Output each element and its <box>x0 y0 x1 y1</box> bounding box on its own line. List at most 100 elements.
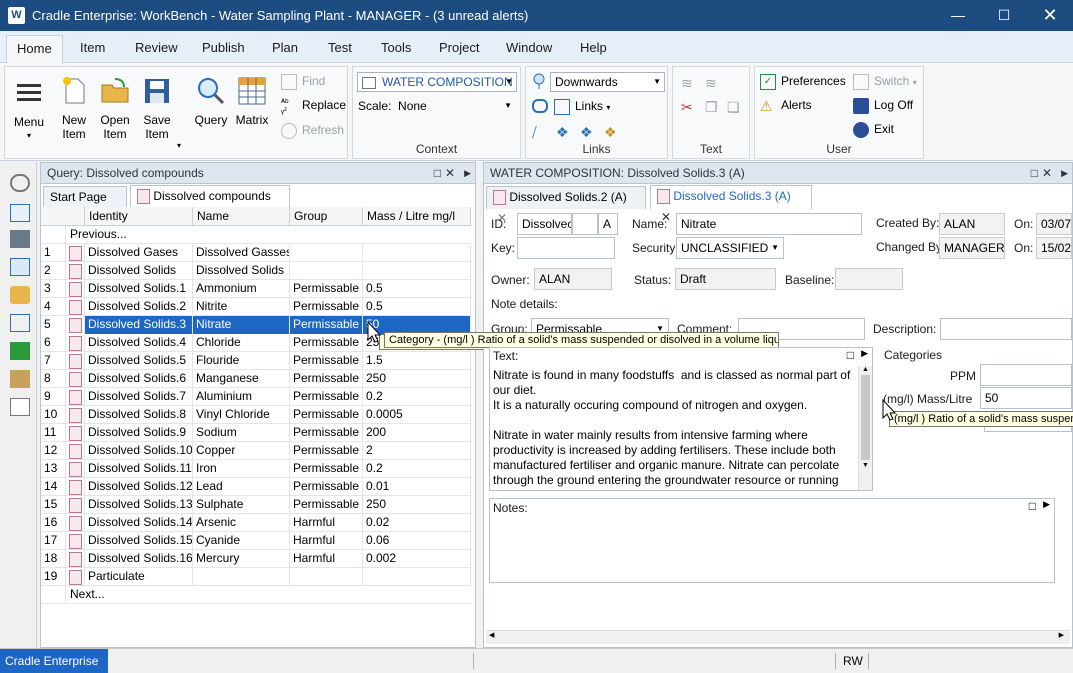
cell-mass[interactable]: 250 <box>363 370 471 388</box>
cell-mass[interactable]: 250 <box>363 496 471 514</box>
cell-id[interactable]: Dissolved Solids.13 <box>85 496 193 514</box>
cell-group[interactable]: Permissable <box>290 478 363 496</box>
expand-icon[interactable]: □ <box>1029 499 1036 513</box>
cell-name[interactable]: Chloride <box>193 334 290 352</box>
text-format-icon[interactable]: ≋ <box>705 75 717 92</box>
cell-name[interactable]: Cyanide <box>193 532 290 550</box>
cell-name[interactable]: Vinyl Chloride <box>193 406 290 424</box>
ppm-field[interactable] <box>980 364 1072 386</box>
table-row[interactable]: 7 Dissolved Solids.5 Flouride Permissable 1.… <box>41 352 471 370</box>
table-row[interactable]: 1 Dissolved Gases Dissolved Gasses <box>41 244 471 262</box>
cell-group[interactable]: Permissable <box>290 496 363 514</box>
cell-id[interactable]: Dissolved Solids.11 <box>85 460 193 478</box>
cell-name[interactable]: Mercury <box>193 550 290 568</box>
table-row[interactable]: 11 Dissolved Solids.9 Sodium Permissable 200 <box>41 424 471 442</box>
tab-dissolved-compounds[interactable]: Dissolved compounds ✕ <box>130 185 290 224</box>
cell-group[interactable] <box>290 262 363 280</box>
table-view-icon[interactable] <box>10 204 30 222</box>
col-name[interactable]: Name <box>193 207 290 226</box>
cell-group[interactable]: Harmful <box>290 550 363 568</box>
table-row[interactable]: 18 Dissolved Solids.16 Mercury Harmful 0.002 <box>41 550 471 568</box>
cell-id[interactable]: Dissolved Solids.3 <box>85 316 193 334</box>
tab-dissolved-solids-2[interactable]: Dissolved Solids.2 (A) ✕ <box>486 186 646 225</box>
cell-id[interactable]: Dissolved Solids.2 <box>85 298 193 316</box>
cell-mass[interactable] <box>363 244 471 262</box>
unlink-icon[interactable]: ⧸ <box>532 124 548 140</box>
cell-mass[interactable]: 0.01 <box>363 478 471 496</box>
cell-id[interactable]: Dissolved Solids.12 <box>85 478 193 496</box>
cell-group[interactable]: Permissable <box>290 334 363 352</box>
security-combo[interactable]: UNCLASSIFIED ▼ <box>676 237 784 259</box>
new-item-button[interactable]: New Item <box>55 75 93 141</box>
cell-group[interactable]: Permissable <box>290 442 363 460</box>
query-button[interactable]: Query <box>191 75 231 127</box>
table-row[interactable]: 8 Dissolved Solids.6 Manganese Permissable 2… <box>41 370 471 388</box>
horizontal-scrollbar[interactable]: ◀ ▶ <box>486 630 1070 644</box>
table-row[interactable]: 13 Dissolved Solids.11 Iron Permissable 0.2 <box>41 460 471 478</box>
mass-field[interactable]: 50 <box>980 387 1072 409</box>
table-row[interactable]: 10 Dissolved Solids.8 Vinyl Chloride Permis… <box>41 406 471 424</box>
direction-combo[interactable]: Downwards ▼ <box>550 72 665 92</box>
table-row[interactable]: 16 Dissolved Solids.14 Arsenic Harmful 0.02 <box>41 514 471 532</box>
maximize-icon[interactable]: ☐ <box>981 0 1027 31</box>
minimize-icon[interactable]: — <box>935 0 981 31</box>
tab-window[interactable]: Window <box>506 40 552 55</box>
refresh-button[interactable]: Refresh <box>281 120 344 140</box>
text-editor[interactable]: Text: □ ▶ Nitrate is found in many foods… <box>489 347 873 491</box>
cell-group[interactable]: Harmful <box>290 514 363 532</box>
tab-review[interactable]: Review <box>135 40 178 55</box>
cell-mass[interactable] <box>363 568 471 586</box>
logoff-button[interactable]: Log Off <box>853 95 913 115</box>
tab-publish[interactable]: Publish <box>202 40 245 55</box>
cell-group[interactable] <box>290 244 363 262</box>
cell-group[interactable]: Permissable <box>290 352 363 370</box>
key-field[interactable] <box>517 237 615 259</box>
text-style-icon[interactable]: ≋ <box>681 75 693 92</box>
cell-id[interactable]: Dissolved Solids.5 <box>85 352 193 370</box>
tab-help[interactable]: Help <box>580 40 607 55</box>
copy-icon[interactable]: ❐ <box>705 99 718 116</box>
cell-mass[interactable]: 0.06 <box>363 532 471 550</box>
cell-group[interactable]: Permissable <box>290 316 363 334</box>
replace-button[interactable]: ᴬᵇ ᵧᶻ Replace <box>281 95 346 115</box>
table-row[interactable]: 3 Dissolved Solids.1 Ammonium Permissable 0.… <box>41 280 471 298</box>
cell-mass[interactable]: 2 <box>363 442 471 460</box>
cell-group[interactable]: Permissable <box>290 298 363 316</box>
save-item-button[interactable]: Save Item <box>137 75 177 141</box>
close-panel-icon[interactable]: ✕ <box>445 163 455 184</box>
pin-icon[interactable] <box>532 73 546 89</box>
restore-icon[interactable]: □ <box>1031 163 1038 184</box>
cell-id[interactable]: Dissolved Solids.16 <box>85 550 193 568</box>
cell-id[interactable]: Dissolved Solids <box>85 262 193 280</box>
calendar-icon[interactable] <box>10 258 30 276</box>
table-row[interactable]: 12 Dissolved Solids.10 Copper Permissable 2 <box>41 442 471 460</box>
id-version-field[interactable]: A <box>598 213 618 235</box>
cell-mass[interactable]: 200 <box>363 424 471 442</box>
expand-icon[interactable]: □ <box>847 348 854 362</box>
checklist-icon[interactable] <box>10 342 30 360</box>
table-row[interactable]: 14 Dissolved Solids.12 Lead Permissable 0.01 <box>41 478 471 496</box>
previous-row[interactable]: Previous... <box>41 226 471 244</box>
tab-start-page[interactable]: Start Page ✕ <box>43 186 127 225</box>
cell-name[interactable]: Copper <box>193 442 290 460</box>
cell-mass[interactable]: 0.5 <box>363 280 471 298</box>
notes-arrow-icon[interactable]: ▶ <box>1043 499 1050 510</box>
cell-name[interactable]: Sulphate <box>193 496 290 514</box>
tab-dissolved-solids-3[interactable]: Dissolved Solids.3 (A) ✕ <box>650 185 812 224</box>
close-panel-icon[interactable]: ✕ <box>1042 163 1052 184</box>
table-row[interactable]: 2 Dissolved Solids Dissolved Solids <box>41 262 471 280</box>
tab-home[interactable]: Home <box>6 35 63 64</box>
cell-name[interactable] <box>193 568 290 586</box>
cell-id[interactable]: Dissolved Solids.8 <box>85 406 193 424</box>
cell-name[interactable]: Sodium <box>193 424 290 442</box>
cell-name[interactable]: Manganese <box>193 370 290 388</box>
alerts-button[interactable]: ⚠ Alerts <box>760 95 812 115</box>
col-identity[interactable]: Identity <box>85 207 193 226</box>
cell-id[interactable]: Dissolved Solids.7 <box>85 388 193 406</box>
tab-item[interactable]: Item <box>80 40 105 55</box>
scale-combo[interactable]: Scale: None ▼ <box>358 96 518 116</box>
cell-group[interactable]: Permissable <box>290 460 363 478</box>
table-row[interactable]: 19 Particulate <box>41 568 471 586</box>
cell-group[interactable] <box>290 568 363 586</box>
table-row[interactable]: 17 Dissolved Solids.15 Cyanide Harmful 0.06 <box>41 532 471 550</box>
